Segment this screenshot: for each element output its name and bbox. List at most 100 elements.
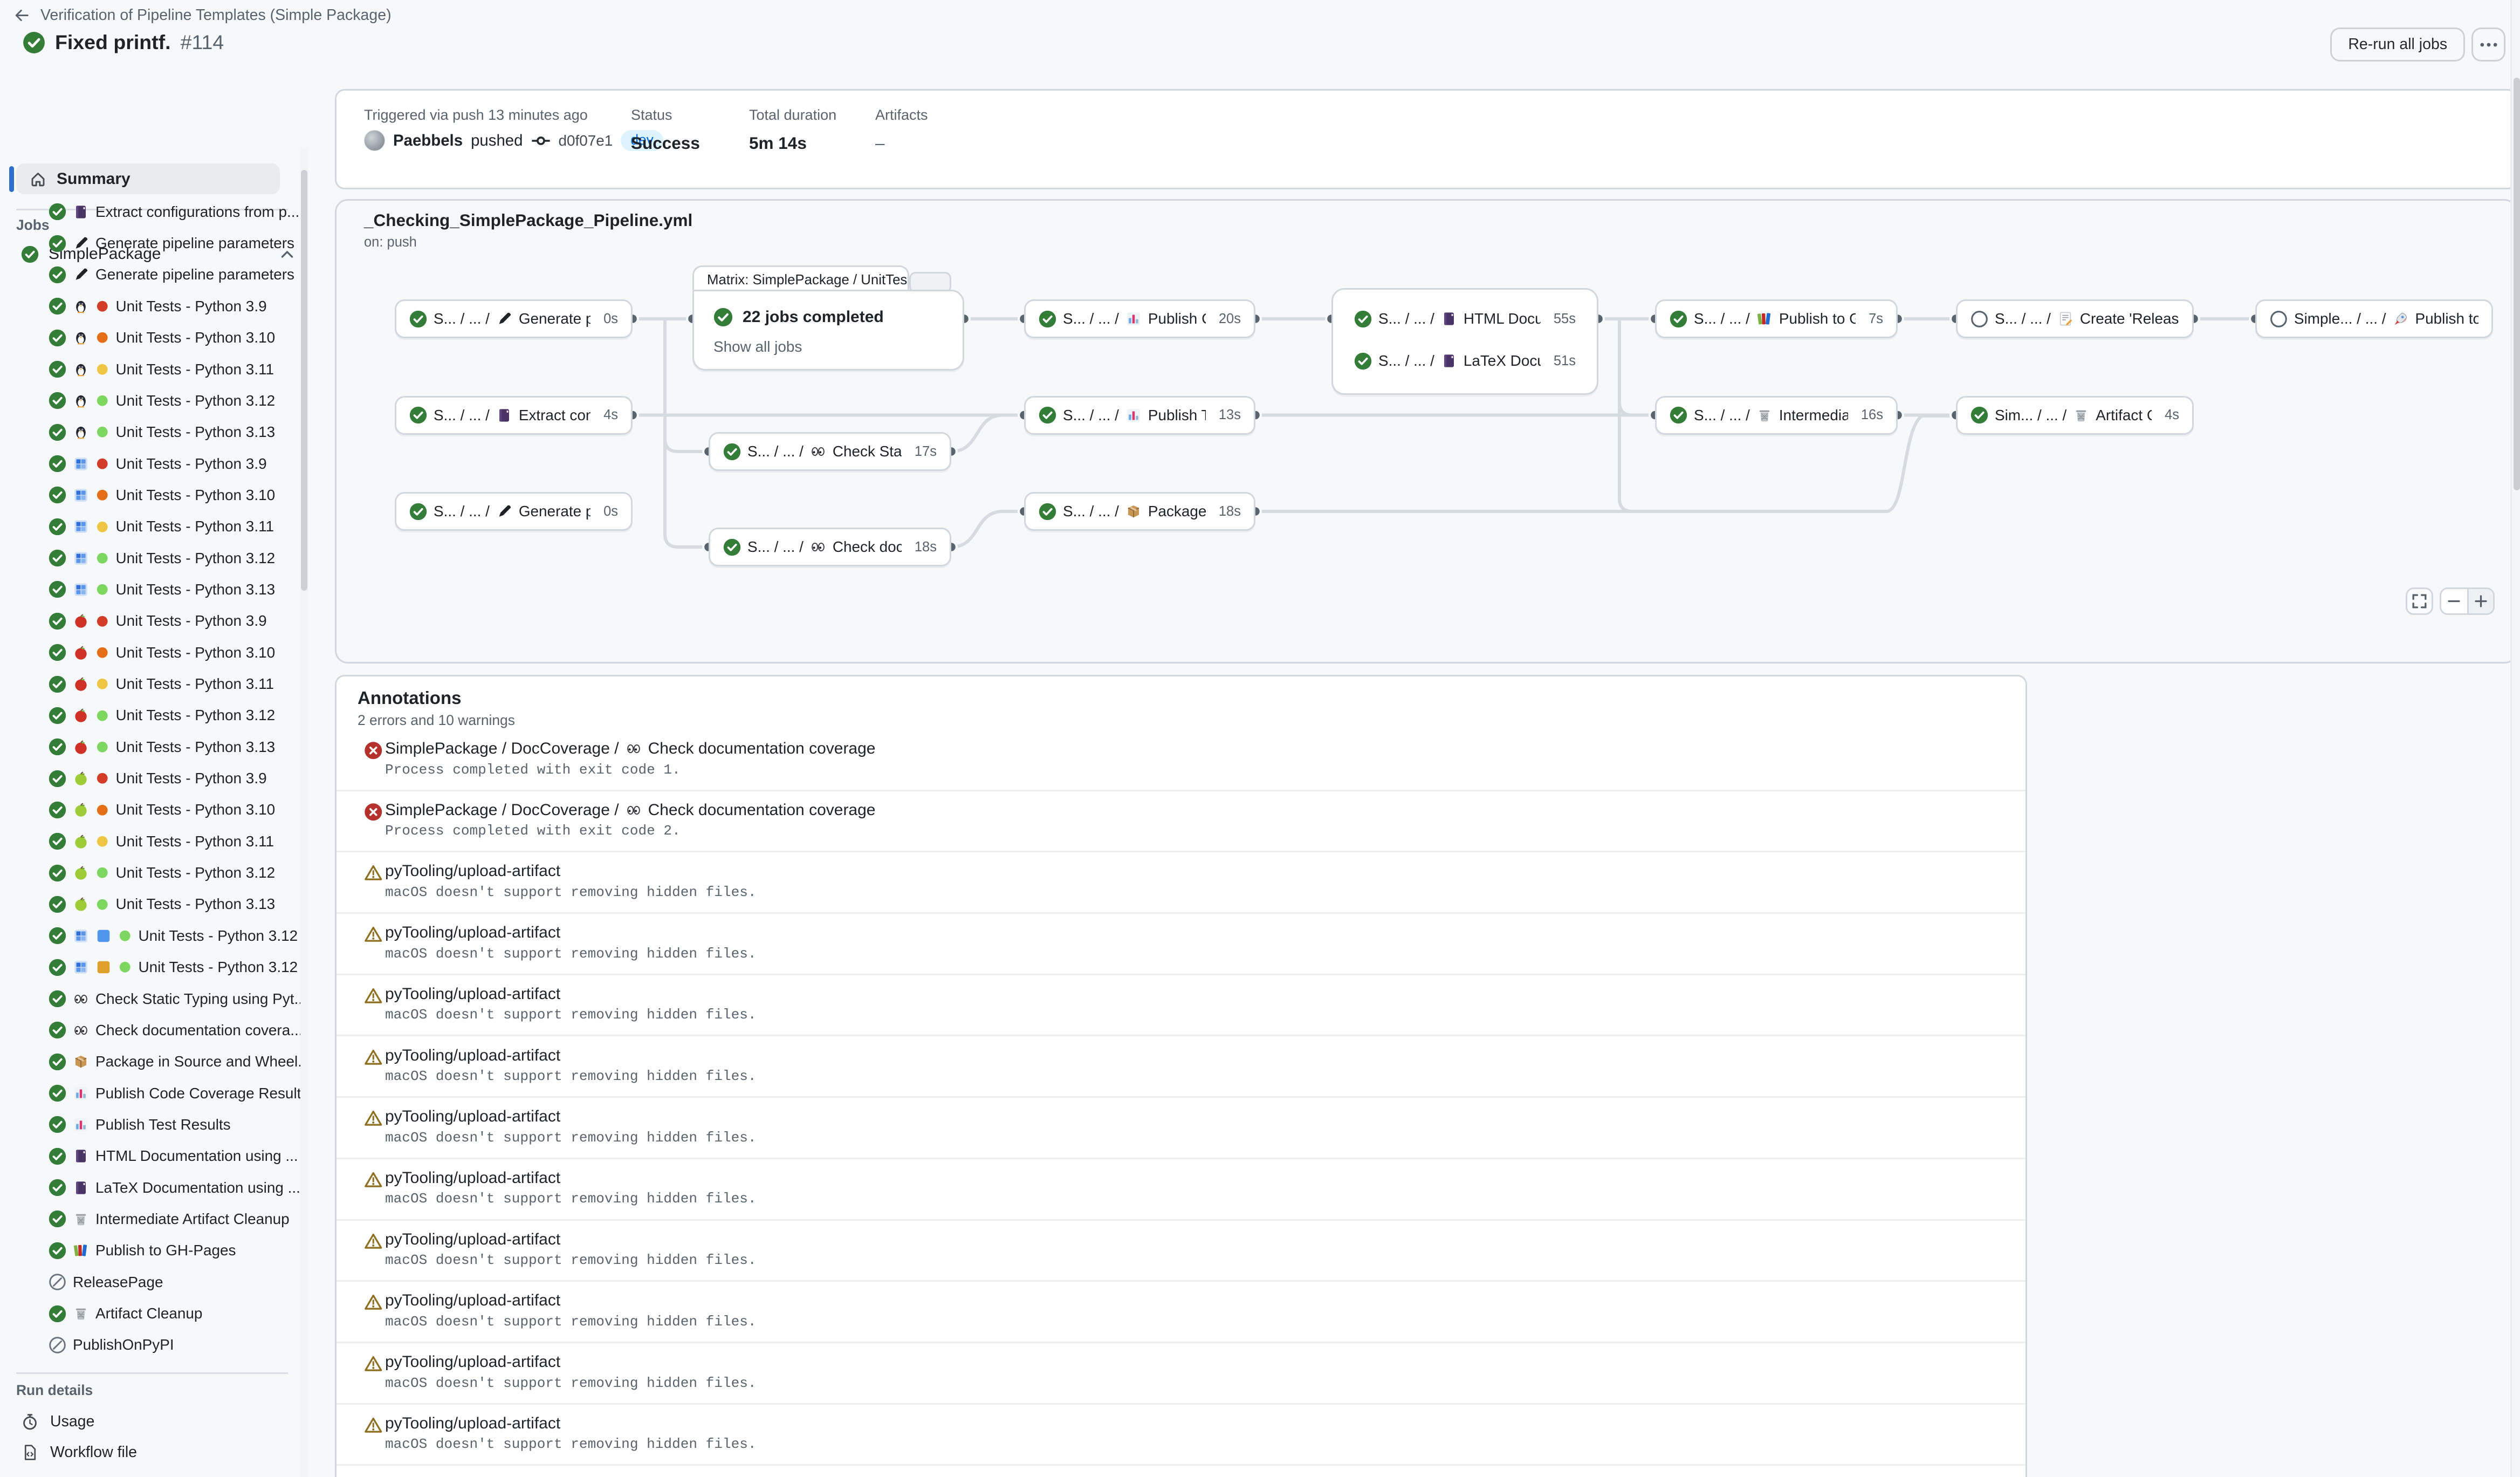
sidebar-job-unit-tests-python-3.11[interactable]: Unit Tests - Python 3.11: [0, 353, 301, 385]
sidebar-job-unit-tests-python-3.12[interactable]: Unit Tests - Python 3.12: [0, 385, 301, 416]
graph-node-extract-config[interactable]: S... / ... /Extract configur...4s: [395, 396, 633, 435]
node-title: Publish Test Re...: [1148, 407, 1206, 424]
sidebar-item-summary[interactable]: Summary: [16, 163, 280, 194]
graph-node-check-static-typing[interactable]: S... / ... /Check Static Ty...17s: [709, 432, 951, 471]
sidebar-job-unit-tests-python-3.12[interactable]: Unit Tests - Python 3.12: [0, 952, 301, 983]
sidebar-job-intermediate-artifact-cleanup[interactable]: Intermediate Artifact Cleanup: [0, 1204, 301, 1235]
annotation-title[interactable]: SimplePackage / DocCoverage /Check docum…: [385, 740, 875, 758]
sidebar-job-unit-tests-python-3.9[interactable]: Unit Tests - Python 3.9: [0, 763, 301, 794]
sidebar-job-unit-tests-python-3.10[interactable]: Unit Tests - Python 3.10: [0, 322, 301, 353]
annotation-title[interactable]: pyTooling/upload-artifact: [385, 1169, 560, 1187]
zoom-out-button[interactable]: [2441, 589, 2467, 613]
graph-node-publish-code-coverage[interactable]: S... / ... /Publish Code C...20s: [1024, 299, 1255, 338]
sidebar-job-generate-pipeline-parameters[interactable]: Generate pipeline parameters: [0, 259, 301, 290]
sidebar-job-publish-test-results[interactable]: Publish Test Results: [0, 1109, 301, 1140]
sidebar-job-artifact-cleanup[interactable]: Artifact Cleanup: [0, 1298, 301, 1329]
sidebar-job-html-documentation-using-...[interactable]: HTML Documentation using ...: [0, 1140, 301, 1172]
sidebar-job-unit-tests-python-3.10[interactable]: Unit Tests - Python 3.10: [0, 637, 301, 668]
sidebar-job-check-documentation-covera...[interactable]: Check documentation covera...: [0, 1015, 301, 1046]
sidebar-job-generate-pipeline-parameters[interactable]: Generate pipeline parameters: [0, 228, 301, 259]
sidebar-job-package-in-source-and-wheel...[interactable]: Package in Source and Wheel...: [0, 1046, 301, 1077]
node-prefix: S... / ... /: [1063, 503, 1119, 520]
sidebar-job-latex-documentation-using-...[interactable]: LaTeX Documentation using ...: [0, 1172, 301, 1203]
sidebar-job-publish-to-gh-pages[interactable]: Publish to GH-Pages: [0, 1235, 301, 1266]
graph-node-artifact-cleanup[interactable]: Sim... / ... /Artifact Cleanup4s: [1956, 396, 2194, 435]
sidebar-job-unit-tests-python-3.11[interactable]: Unit Tests - Python 3.11: [0, 826, 301, 857]
more-options-button[interactable]: [2471, 28, 2505, 61]
dot-orange-icon: [95, 803, 109, 817]
sidebar-job-unit-tests-python-3.11[interactable]: Unit Tests - Python 3.11: [0, 668, 301, 700]
graph-node-gen-params-2[interactable]: S... / ... /Generate pipelin...0s: [395, 492, 633, 531]
graph-node-gen-params-1[interactable]: S... / ... /Generate pipelin...0s: [395, 299, 633, 338]
sidebar-job-unit-tests-python-3.13[interactable]: Unit Tests - Python 3.13: [0, 731, 301, 763]
sidebar-job-unit-tests-python-3.12[interactable]: Unit Tests - Python 3.12: [0, 700, 301, 731]
zoom-in-button[interactable]: [2467, 589, 2493, 613]
graph-node-publish-test-results[interactable]: S... / ... /Publish Test Re...13s: [1024, 396, 1255, 435]
annotation-title[interactable]: pyTooling/upload-artifact: [385, 862, 560, 880]
graph-node-check-doc-coverage[interactable]: S... / ... /Check docume...18s: [709, 528, 951, 566]
sidebar-job-unit-tests-python-3.9[interactable]: Unit Tests - Python 3.9: [0, 605, 301, 637]
sidebar-job-unit-tests-python-3.13[interactable]: Unit Tests - Python 3.13: [0, 416, 301, 448]
graph-node-latex-documentation[interactable]: S... / ... /LaTeX Docume...51s: [1341, 343, 1589, 379]
back-arrow-icon[interactable]: [13, 6, 31, 24]
dot-orange-icon: [95, 646, 109, 660]
matrix-tab[interactable]: Matrix: SimplePackage / UnitTest...: [692, 265, 909, 293]
graph-node-html-documentation[interactable]: S... / ... /HTML Docume...55s: [1341, 301, 1589, 337]
sidebar-job-unit-tests-python-3.12[interactable]: Unit Tests - Python 3.12: [0, 542, 301, 573]
sidebar-job-unit-tests-python-3.13[interactable]: Unit Tests - Python 3.13: [0, 574, 301, 605]
sidebar-job-unit-tests-python-3.12[interactable]: Unit Tests - Python 3.12: [0, 857, 301, 888]
graph-node-publish-pypi[interactable]: Simple... / ... /Publish to PyPI: [2255, 299, 2493, 338]
sidebar-job-extract-configurations-from-p...[interactable]: Extract configurations from p...: [0, 196, 301, 228]
fullscreen-button[interactable]: [2406, 587, 2433, 615]
annotation-title[interactable]: pyTooling/upload-artifact: [385, 1230, 560, 1249]
graph-node-package-source-wheel[interactable]: S... / ... /Package in Sou...18s: [1024, 492, 1255, 531]
sidebar-job-unit-tests-python-3.9[interactable]: Unit Tests - Python 3.9: [0, 448, 301, 479]
success-icon: [49, 1084, 66, 1102]
job-label: Unit Tests - Python 3.12: [116, 550, 276, 567]
sidebar-job-unit-tests-python-3.11[interactable]: Unit Tests - Python 3.11: [0, 511, 301, 542]
sidebar-job-unit-tests-python-3.13[interactable]: Unit Tests - Python 3.13: [0, 888, 301, 920]
graph-node-create-release-page[interactable]: S... / ... /Create 'Release Pa...: [1956, 299, 2194, 338]
job-label: Publish to GH-Pages: [95, 1242, 236, 1259]
graph-node-intermediate-artifact-cleanup[interactable]: S... / ... /Intermediate A...16s: [1655, 396, 1898, 435]
annotation-title[interactable]: pyTooling/upload-artifact: [385, 1291, 560, 1310]
breadcrumb-link[interactable]: Verification of Pipeline Templates (Simp…: [40, 6, 392, 24]
annotation-title[interactable]: pyTooling/upload-artifact: [385, 1107, 560, 1126]
annotation-title[interactable]: pyTooling/upload-artifact: [385, 1047, 560, 1065]
sidebar-job-publish-code-coverage-results[interactable]: Publish Code Coverage Results: [0, 1077, 301, 1109]
sidebar-scrollbar-thumb[interactable]: [301, 170, 307, 591]
sidebar-job-unit-tests-python-3.12[interactable]: Unit Tests - Python 3.12: [0, 920, 301, 952]
dot-red-icon: [95, 771, 109, 785]
sidebar-job-unit-tests-python-3.9[interactable]: Unit Tests - Python 3.9: [0, 291, 301, 322]
annotation-title[interactable]: pyTooling/upload-artifact: [385, 924, 560, 942]
node-prefix: S... / ... /: [434, 503, 490, 520]
matrix-card[interactable]: 22 jobs completed Show all jobs: [692, 290, 964, 371]
success-icon: [49, 864, 66, 882]
package-icon: [73, 1054, 89, 1070]
actor-name[interactable]: Paebbels: [393, 132, 463, 150]
dot-green-icon: [95, 394, 109, 408]
page-scrollbar-thumb[interactable]: [2514, 78, 2520, 490]
graph-node-publish-gh-pages[interactable]: S... / ... /Publish to GH-P...7s: [1655, 299, 1898, 338]
sidebar-job-publishonpypi[interactable]: PublishOnPyPI: [0, 1329, 301, 1360]
node-title: Publish Code C...: [1148, 310, 1206, 327]
annotation-title[interactable]: pyTooling/upload-artifact: [385, 985, 560, 1003]
sidebar-job-releasepage[interactable]: ReleasePage: [0, 1267, 301, 1298]
sidebar-item-usage[interactable]: Usage: [21, 1406, 94, 1437]
sidebar-job-check-static-typing-using-pyt...[interactable]: Check Static Typing using Pyt...: [0, 983, 301, 1014]
annotation-title[interactable]: SimplePackage / DocCoverage /Check docum…: [385, 801, 875, 819]
annotation-title[interactable]: pyTooling/upload-artifact: [385, 1353, 560, 1371]
sidebar-job-unit-tests-python-3.10[interactable]: Unit Tests - Python 3.10: [0, 794, 301, 825]
sidebar-item-workflow-file[interactable]: Workflow file: [21, 1437, 137, 1468]
sidebar-job-unit-tests-python-3.10[interactable]: Unit Tests - Python 3.10: [0, 480, 301, 511]
show-all-jobs-link[interactable]: Show all jobs: [713, 338, 802, 355]
page-scrollbar[interactable]: [2510, 0, 2520, 1477]
header-actions: Re-run all jobs: [2330, 28, 2505, 61]
avatar[interactable]: [364, 130, 385, 151]
annotation-title[interactable]: pyTooling/upload-artifact: [385, 1414, 560, 1433]
rerun-all-jobs-button[interactable]: Re-run all jobs: [2330, 28, 2465, 61]
sidebar-scrollbar[interactable]: [300, 147, 308, 1477]
commit-hash[interactable]: d0f07e1: [559, 132, 613, 149]
matrix-summary-row: 22 jobs completed: [713, 307, 884, 327]
node-prefix: S... / ... /: [1378, 352, 1434, 370]
